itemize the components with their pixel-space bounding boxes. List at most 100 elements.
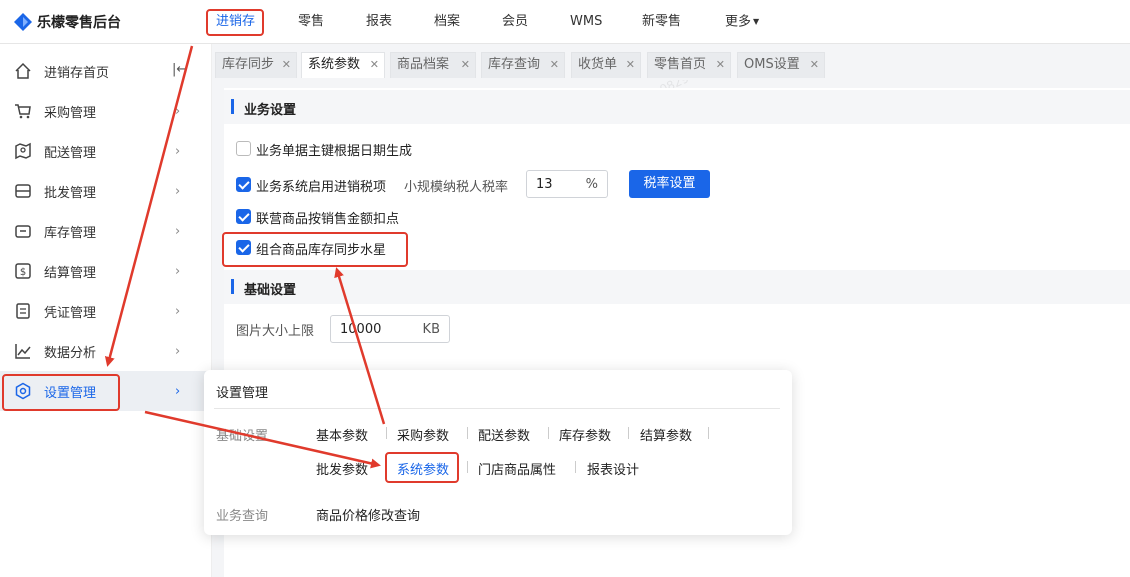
tab-bar: 库存同步 ✕ 系统参数 ✕ 商品档案 ✕ 库存查询 ✕ 收货单 ✕ 零售首页 ✕ OMS设置… [212, 44, 1130, 80]
section-accent [231, 99, 234, 114]
tax-rate-unit: % [585, 177, 598, 192]
checkbox-date-key[interactable] [236, 141, 251, 156]
sidebar-item-label: 数据分析 [44, 345, 97, 361]
tab-retail-home[interactable]: 零售首页 ✕ [647, 52, 731, 78]
close-icon[interactable]: ✕ [626, 53, 635, 77]
tab-label: 库存同步 [222, 57, 275, 72]
label-tax-enabled: 业务系统启用进销税项 [256, 180, 387, 195]
chevron-right-icon: › [175, 223, 181, 239]
label-joint-commission: 联营商品按销售金额扣点 [256, 212, 400, 227]
topnav-wms[interactable]: WMS [570, 10, 602, 34]
topnav-more[interactable]: 更多 ▼ [725, 10, 759, 34]
home-icon [15, 62, 31, 79]
image-limit-value: 10000 [340, 322, 382, 337]
chevron-right-icon: › [175, 383, 181, 399]
close-icon[interactable]: ✕ [550, 53, 559, 77]
app-title: 乐檬零售后台 [37, 15, 121, 31]
sidebar-item-label: 凭证管理 [44, 305, 97, 321]
tab-receipt[interactable]: 收货单 ✕ [571, 52, 641, 78]
link-price-change-query[interactable]: 商品价格修改查询 [316, 505, 420, 524]
sidebar-item-label: 库存管理 [44, 225, 97, 241]
tab-system-params[interactable]: 系统参数 ✕ [301, 52, 385, 78]
sidebar-item-label: 进销存首页 [44, 65, 110, 81]
server-icon [15, 184, 31, 198]
sidebar-item-voucher[interactable]: 凭证管理 › [0, 291, 212, 331]
topnav-retail[interactable]: 零售 [298, 10, 324, 34]
topnav-more-label: 更多 [725, 14, 752, 30]
checkbox-tax-enabled[interactable] [236, 177, 251, 192]
app-logo[interactable]: 乐檬零售后台 [14, 12, 121, 32]
close-icon[interactable]: ✕ [282, 53, 291, 77]
flyout-group-basic: 基础设置 [216, 429, 269, 444]
chevron-right-icon: › [175, 143, 181, 159]
topnav-new-retail[interactable]: 新零售 [642, 10, 681, 34]
sidebar-item-settlement[interactable]: $ 结算管理 › [0, 251, 212, 291]
close-icon[interactable]: ✕ [370, 53, 379, 77]
brand-icon [14, 13, 32, 31]
topnav-report[interactable]: 报表 [366, 10, 392, 34]
sidebar-item-analytics[interactable]: 数据分析 › [0, 331, 212, 371]
link-basic-params[interactable]: 基本参数 [316, 425, 368, 444]
sidebar: 进销存首页 采购管理 › 配送管理 › 批发管理 › 库存管理 › $ 结算管理… [0, 44, 212, 577]
sidebar-item-wholesale[interactable]: 批发管理 › [0, 171, 212, 211]
label-tax-rate: 小规模纳税人税率 [404, 180, 509, 195]
sidebar-item-label: 批发管理 [44, 185, 97, 201]
tax-rate-value: 13 [536, 177, 553, 192]
topnav-archive[interactable]: 档案 [434, 10, 460, 34]
image-limit-input[interactable]: 10000 KB [330, 315, 450, 343]
svg-text:$: $ [20, 267, 26, 278]
separator [386, 427, 387, 439]
sidebar-item-label: 结算管理 [44, 265, 97, 281]
map-icon [15, 142, 31, 160]
separator [575, 461, 576, 473]
tab-label: OMS设置 [744, 57, 800, 72]
link-settlement-params[interactable]: 结算参数 [640, 425, 692, 444]
tab-label: 收货单 [578, 57, 618, 72]
link-wholesale-params[interactable]: 批发参数 [316, 459, 368, 478]
link-inventory-params[interactable]: 库存参数 [559, 425, 611, 444]
tax-settings-button[interactable]: 税率设置 [629, 170, 710, 198]
link-report-design[interactable]: 报表设计 [587, 459, 639, 478]
tab-label: 系统参数 [308, 57, 361, 72]
sidebar-item-inventory[interactable]: 库存管理 › [0, 211, 212, 251]
tab-product-archive[interactable]: 商品档案 ✕ [390, 52, 476, 78]
separator [467, 461, 468, 473]
section-basic: 基础设置 [224, 270, 1130, 304]
cart-icon [15, 104, 31, 119]
close-icon[interactable]: ✕ [461, 53, 470, 77]
caret-down-icon: ▼ [753, 17, 760, 26]
link-purchase-params[interactable]: 采购参数 [397, 425, 449, 444]
divider [214, 408, 780, 409]
highlight-system-params [385, 452, 459, 483]
tab-stock-sync[interactable]: 库存同步 ✕ [215, 52, 297, 78]
chevron-right-icon: › [175, 183, 181, 199]
close-icon[interactable]: ✕ [810, 53, 819, 77]
topnav-member[interactable]: 会员 [502, 10, 528, 34]
chevron-right-icon: › [175, 343, 181, 359]
checkbox-joint-commission[interactable] [236, 209, 251, 224]
sidebar-item-distribution[interactable]: 配送管理 › [0, 131, 212, 171]
section-title: 基础设置 [244, 283, 297, 298]
section-accent [231, 279, 234, 294]
link-distribution-params[interactable]: 配送参数 [478, 425, 530, 444]
box-icon [15, 225, 31, 238]
flyout-group-query: 业务查询 [216, 509, 269, 524]
sidebar-item-label: 配送管理 [44, 145, 97, 161]
highlight-topnav-jxc [206, 9, 264, 36]
section-title: 业务设置 [244, 103, 297, 118]
tab-stock-query[interactable]: 库存查询 ✕ [481, 52, 565, 78]
tab-oms-settings[interactable]: OMS设置 ✕ [737, 52, 825, 78]
chevron-right-icon: › [175, 103, 181, 119]
close-icon[interactable]: ✕ [716, 53, 725, 77]
separator [708, 427, 709, 439]
tax-rate-input[interactable]: 13 % [526, 170, 608, 198]
separator [628, 427, 629, 439]
highlight-sidebar-settings [2, 374, 120, 411]
highlight-combo-sync [222, 232, 408, 267]
line-chart-icon [15, 344, 31, 359]
section-business: 业务设置 [224, 90, 1130, 124]
sidebar-item-purchase[interactable]: 采购管理 › [0, 91, 212, 131]
link-store-product-attrs[interactable]: 门店商品属性 [478, 459, 556, 478]
sidebar-item-label: 采购管理 [44, 105, 97, 121]
collapse-sidebar-icon[interactable]: |← [172, 62, 187, 77]
